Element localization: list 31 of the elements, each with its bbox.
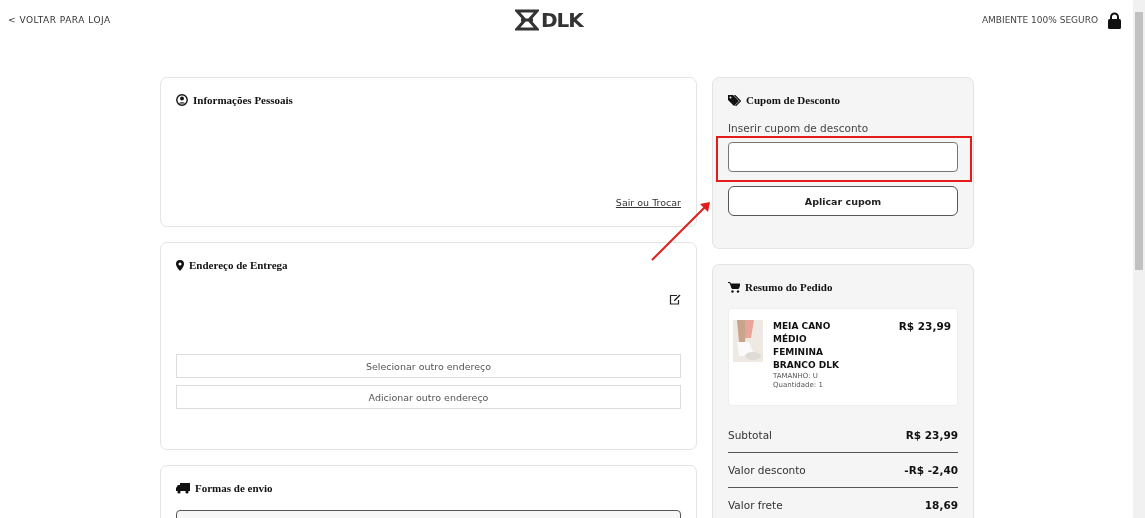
cart-icon [728, 281, 740, 293]
coupon-input[interactable] [728, 142, 958, 172]
truck-icon [176, 482, 190, 494]
tags-icon [728, 94, 741, 106]
coupon-label: Inserir cupom de desconto [728, 122, 870, 134]
section-title: Cupom de Desconto [746, 94, 841, 106]
logout-link[interactable]: Sair ou Trocar [615, 197, 681, 208]
security-note: AMBIENTE 100% SEGURO [981, 15, 1098, 25]
scrollbar[interactable] [1133, 0, 1145, 518]
section-title: Resumo do Pedido [745, 281, 833, 293]
total-value: R$ 23,99 [905, 429, 958, 441]
total-label: Subtotal [728, 429, 772, 441]
total-label: Valor frete [728, 499, 783, 511]
user-icon [176, 94, 188, 106]
section-title: Informações Pessoais [193, 94, 293, 106]
back-to-store-link[interactable]: < VOLTAR PARA LOJA [8, 15, 111, 25]
product-name: MEIA CANO MÉDIO FEMININA BRANCO DLK [773, 320, 840, 372]
section-title: Endereço de Entrega [189, 259, 288, 271]
map-pin-icon [176, 259, 184, 271]
address-button[interactable]: Selecionar outro endereço [176, 354, 681, 378]
logo-icon [515, 8, 539, 32]
total-label: Valor desconto [728, 464, 806, 476]
section-title: Formas de envio [195, 482, 273, 494]
edit-icon[interactable] [669, 294, 681, 305]
product-price: R$ 23,99 [898, 320, 951, 332]
total-value: -R$ -2,40 [904, 464, 958, 476]
lock-icon [1108, 11, 1121, 29]
logo-text: DLK [541, 8, 583, 32]
apply-coupon-button[interactable]: Aplicar cupom [728, 186, 958, 216]
address-button[interactable]: Adicionar outro endereço [176, 385, 681, 409]
total-value: 18,69 [924, 499, 958, 511]
